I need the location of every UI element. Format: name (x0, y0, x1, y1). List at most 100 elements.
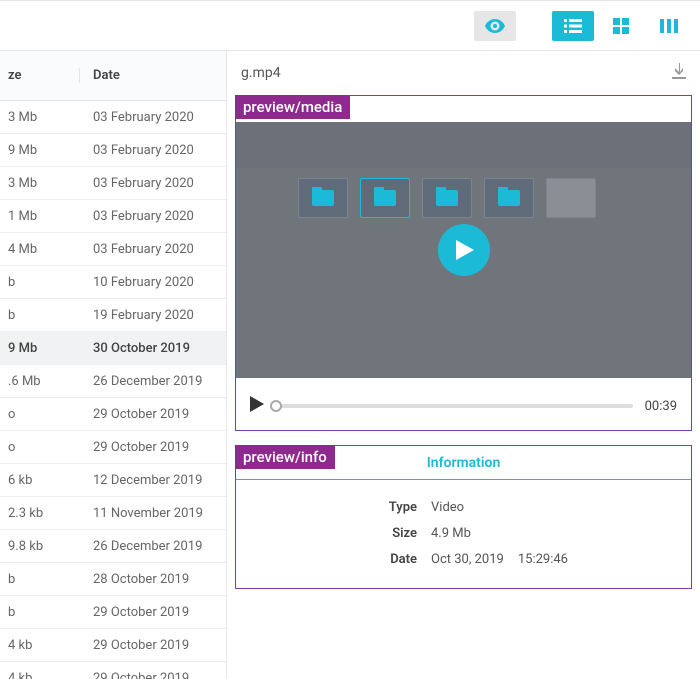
preview-media-label: preview/media (235, 95, 350, 119)
info-row-type: Type Video (236, 494, 691, 520)
table-row[interactable]: b19 February 2020 (0, 299, 226, 332)
video-thumbnail-row (298, 178, 681, 218)
cell-date: 11 November 2019 (80, 506, 226, 521)
preview-info-label: preview/info (235, 445, 335, 469)
cell-size: b (0, 605, 80, 620)
eye-icon (485, 19, 505, 33)
cell-date: 03 February 2020 (80, 209, 226, 224)
download-icon (672, 63, 686, 79)
list-icon (564, 19, 582, 33)
info-row-size: Size 4.9 Mb (236, 520, 691, 546)
cell-date: 03 February 2020 (80, 110, 226, 125)
cell-date: 30 October 2019 (80, 341, 226, 356)
cell-size: b (0, 572, 80, 587)
download-button[interactable] (672, 63, 686, 83)
cell-date: 10 February 2020 (80, 275, 226, 290)
table-row[interactable]: b28 October 2019 (0, 563, 226, 596)
table-row[interactable]: o29 October 2019 (0, 398, 226, 431)
cell-size: 4 kb (0, 671, 80, 679)
cell-date: 12 December 2019 (80, 473, 226, 488)
cell-size: o (0, 407, 80, 422)
table-row[interactable]: 9 Mb30 October 2019 (0, 332, 226, 365)
thumb-folder (422, 178, 472, 218)
info-date-value: Oct 30, 201915:29:46 (431, 552, 568, 567)
cell-date: 29 October 2019 (80, 440, 226, 455)
preview-info-box: preview/info Information Type Video Size… (235, 445, 692, 589)
cell-size: 3 Mb (0, 110, 80, 125)
table-row[interactable]: b29 October 2019 (0, 596, 226, 629)
play-button[interactable] (438, 224, 490, 276)
cell-date: 28 October 2019 (80, 572, 226, 587)
cell-size: 9 Mb (0, 341, 80, 356)
control-play-button[interactable] (250, 396, 264, 416)
table-row[interactable]: .6 Mb26 December 2019 (0, 365, 226, 398)
tab-information[interactable]: Information (427, 455, 501, 471)
grid-icon (613, 18, 629, 34)
table-row[interactable]: 3 Mb03 February 2020 (0, 101, 226, 134)
cell-size: 4 Mb (0, 242, 80, 257)
cell-date: 03 February 2020 (80, 242, 226, 257)
progress-bar[interactable] (276, 404, 633, 408)
info-row-date: Date Oct 30, 201915:29:46 (236, 546, 691, 572)
table-row[interactable]: o29 October 2019 (0, 431, 226, 464)
play-icon (456, 240, 474, 260)
header-size[interactable]: ze (0, 68, 80, 83)
toolbar (0, 1, 700, 51)
thumb-image (546, 178, 596, 218)
thumb-folder (484, 178, 534, 218)
view-columns-button[interactable] (648, 11, 690, 41)
cell-size: 1 Mb (0, 209, 80, 224)
cell-date: 03 February 2020 (80, 176, 226, 191)
info-size-label: Size (236, 526, 431, 541)
cell-date: 26 December 2019 (80, 539, 226, 554)
cell-date: 26 December 2019 (80, 374, 226, 389)
info-type-value: Video (431, 500, 464, 515)
preview-filename: g.mp4 (241, 65, 281, 81)
cell-size: b (0, 275, 80, 290)
video-duration: 00:39 (645, 399, 677, 414)
progress-knob[interactable] (270, 400, 282, 412)
table-row[interactable]: 2.3 kb11 November 2019 (0, 497, 226, 530)
table-row[interactable]: b10 February 2020 (0, 266, 226, 299)
cell-size: 9.8 kb (0, 539, 80, 554)
info-type-label: Type (236, 500, 431, 515)
table-row[interactable]: 4 kb29 October 2019 (0, 662, 226, 679)
table-row[interactable]: 4 kb29 October 2019 (0, 629, 226, 662)
view-grid-button[interactable] (600, 11, 642, 41)
cell-date: 29 October 2019 (80, 671, 226, 679)
cell-date: 19 February 2020 (80, 308, 226, 323)
play-icon (250, 396, 264, 412)
cell-date: 03 February 2020 (80, 143, 226, 158)
table-row[interactable]: 6 kb12 December 2019 (0, 464, 226, 497)
video-area[interactable] (236, 122, 691, 378)
cell-size: 4 kb (0, 638, 80, 653)
preview-toggle-button[interactable] (474, 11, 516, 41)
info-date-label: Date (236, 552, 431, 567)
table-row[interactable]: 1 Mb03 February 2020 (0, 200, 226, 233)
file-table[interactable]: ze Date 3 Mb03 February 20209 Mb03 Febru… (0, 51, 227, 679)
video-controls: 00:39 (236, 378, 691, 430)
columns-icon (660, 19, 678, 33)
view-list-button[interactable] (552, 11, 594, 41)
cell-date: 29 October 2019 (80, 605, 226, 620)
info-size-value: 4.9 Mb (431, 526, 471, 541)
thumb-folder (298, 178, 348, 218)
cell-size: b (0, 308, 80, 323)
preview-media-box: preview/media (235, 95, 692, 431)
preview-pane: g.mp4 preview/media (227, 51, 700, 679)
header-date[interactable]: Date (80, 68, 226, 83)
cell-size: 2.3 kb (0, 506, 80, 521)
table-header: ze Date (0, 51, 226, 101)
cell-size: .6 Mb (0, 374, 80, 389)
table-row[interactable]: 4 Mb03 February 2020 (0, 233, 226, 266)
thumb-folder (360, 178, 410, 218)
cell-size: o (0, 440, 80, 455)
cell-size: 9 Mb (0, 143, 80, 158)
cell-date: 29 October 2019 (80, 407, 226, 422)
cell-date: 29 October 2019 (80, 638, 226, 653)
cell-size: 6 kb (0, 473, 80, 488)
table-row[interactable]: 9.8 kb26 December 2019 (0, 530, 226, 563)
table-row[interactable]: 3 Mb03 February 2020 (0, 167, 226, 200)
table-row[interactable]: 9 Mb03 February 2020 (0, 134, 226, 167)
cell-size: 3 Mb (0, 176, 80, 191)
